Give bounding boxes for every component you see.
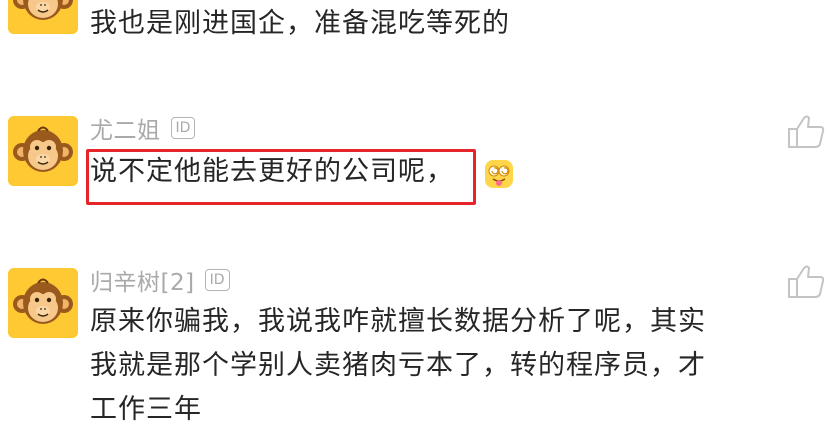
comment-header: 归辛树[2] ID xyxy=(90,263,230,297)
comment-header: 尤二姐 ID xyxy=(90,111,196,145)
thumbs-up-icon[interactable] xyxy=(786,114,826,150)
comment-item: 归辛树[2] ID 原来你骗我，我说我咋就擅长数据分析了呢，其实 我就是那个学别… xyxy=(0,264,830,445)
comment-item: 我也是刚进国企，准备混吃等死的 xyxy=(0,0,830,70)
id-badge: ID xyxy=(170,117,196,139)
comment-text-line: 工作三年 xyxy=(90,394,202,425)
thumbs-up-icon[interactable] xyxy=(786,264,826,300)
comment-text: 原来你骗我，我说我咋就擅长数据分析了呢，其实 我就是那个学别人卖猪肉亏本了，转的… xyxy=(90,300,706,432)
comment-item: 尤二姐 ID 说不定他能去更好的公司呢， xyxy=(0,112,830,222)
username[interactable]: 尤二姐 xyxy=(90,111,161,145)
red-highlight-box xyxy=(86,149,476,205)
monkey-avatar-icon[interactable] xyxy=(8,0,78,34)
dizzy-tongue-emoji-icon xyxy=(485,160,513,188)
username[interactable]: 归辛树[2] xyxy=(90,263,195,297)
comment-text-line: 原来你骗我，我说我咋就擅长数据分析了呢，其实 xyxy=(90,306,706,337)
comment-text: 我也是刚进国企，准备混吃等死的 xyxy=(90,2,510,46)
comment-text-line: 我也是刚进国企，准备混吃等死的 xyxy=(90,8,510,39)
id-badge: ID xyxy=(204,269,230,291)
comment-text-line: 我就是那个学别人卖猪肉亏本了，转的程序员，才 xyxy=(90,350,706,381)
monkey-avatar-icon[interactable] xyxy=(8,268,78,338)
monkey-avatar-icon[interactable] xyxy=(8,116,78,186)
